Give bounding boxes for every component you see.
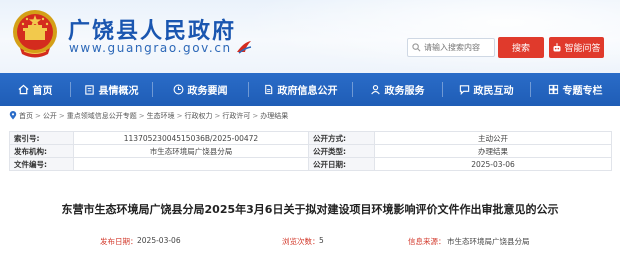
table-row: 索引号: 11370523004515036B/2025-00472 公开方式:… — [9, 131, 612, 145]
article-meta: 发布日期： 2025-03-06 浏览次数： 5 信息来源： 市生态环境局广饶县… — [0, 236, 620, 248]
smart-qa-button[interactable]: 智能问答 — [549, 37, 604, 58]
document-icon — [264, 84, 272, 95]
scope-value: 主动公开 — [374, 131, 612, 145]
nav-item-label: 政务服务 — [384, 86, 425, 97]
scope-label: 公开方式: — [308, 131, 375, 145]
location-icon — [9, 111, 17, 120]
main-nav: 首页 县情概况 政务要闻 政府信息公开 政务服务 政民互动 专题专栏 — [0, 73, 620, 106]
swoosh-icon — [237, 41, 252, 54]
table-row: 文件编号: 公开日期: 2025-03-06 — [9, 157, 612, 171]
views-value: 5 — [319, 236, 324, 245]
views-label: 浏览次数： — [282, 237, 320, 246]
service-icon — [370, 85, 380, 95]
nav-item-special-topics[interactable]: 专题专栏 — [530, 73, 620, 106]
nav-item-news[interactable]: 政务要闻 — [152, 73, 248, 106]
site-header: 广饶县人民政府 www.guangrao.gov.cn 搜索 智能问答 — [0, 0, 620, 73]
chat-icon — [459, 85, 469, 95]
source-label: 信息来源： — [408, 237, 446, 246]
nav-item-label: 专题专栏 — [562, 86, 603, 97]
nav-item-label: 政府信息公开 — [277, 86, 338, 97]
breadcrumb-admin-power[interactable]: 行政权力 — [185, 111, 213, 121]
national-emblem-icon[interactable] — [10, 8, 60, 60]
index-label: 索引号: — [9, 131, 74, 145]
search-icon — [408, 39, 424, 56]
date-label: 公开日期: — [308, 157, 375, 171]
index-value: 11370523004515036B/2025-00472 — [73, 131, 309, 145]
search-input[interactable] — [424, 39, 492, 56]
nav-item-label: 县情概况 — [98, 86, 139, 97]
topic-icon — [548, 84, 558, 95]
search-box — [407, 38, 495, 57]
source-value: 市生态环境局广饶县分局 — [447, 237, 530, 246]
article-title: 东营市生态环境局广饶县分局2025年3月6日关于拟对建设项目环境影响评价文件作出… — [61, 203, 559, 216]
breadcrumb-results[interactable]: 办理结果 — [260, 111, 288, 121]
breadcrumb-admin-license[interactable]: 行政许可 — [222, 111, 250, 121]
breadcrumb-ecology[interactable]: 生态环境 — [147, 111, 175, 121]
nav-item-label: 政务要闻 — [187, 86, 228, 97]
published-label: 发布日期： — [100, 237, 138, 246]
building-icon — [84, 85, 94, 95]
date-value: 2025-03-06 — [374, 157, 612, 171]
smart-qa-label: 智能问答 — [564, 44, 601, 54]
search-button[interactable]: 搜索 — [498, 37, 544, 58]
category-value: 办理结果 — [374, 144, 612, 158]
docno-label: 文件编号: — [9, 157, 74, 171]
nav-item-interaction[interactable]: 政民互动 — [442, 73, 530, 106]
category-label: 公开类型: — [308, 144, 375, 158]
publisher-value: 市生态环境局广饶县分局 — [73, 144, 309, 158]
news-icon — [173, 84, 183, 95]
nav-item-info-disclosure[interactable]: 政府信息公开 — [248, 73, 352, 106]
table-row: 发布机构: 市生态环境局广饶县分局 公开类型: 办理结果 — [9, 144, 612, 158]
docno-value — [73, 157, 309, 171]
nav-item-home[interactable]: 首页 — [0, 73, 70, 106]
home-icon — [18, 84, 28, 95]
breadcrumb-public[interactable]: 公开 — [43, 111, 57, 121]
robot-icon — [553, 42, 561, 51]
site-url: www.guangrao.gov.cn — [69, 41, 232, 55]
publisher-label: 发布机构: — [9, 144, 74, 158]
info-table: 索引号: 11370523004515036B/2025-00472 公开方式:… — [9, 131, 612, 171]
nav-item-gov-services[interactable]: 政务服务 — [352, 73, 442, 106]
breadcrumb-key-areas[interactable]: 重点领域信息公开专题 — [67, 111, 137, 121]
nav-item-label: 政民互动 — [473, 86, 514, 97]
breadcrumb-home[interactable]: 首页 — [19, 111, 33, 121]
breadcrumb: 首页 > 公开 > 重点领域信息公开专题 > 生态环境 > 行政权力 > 行政许可 > 办理… — [9, 109, 611, 122]
nav-item-county-overview[interactable]: 县情概况 — [70, 73, 152, 106]
nav-item-label: 首页 — [32, 86, 53, 97]
published-value: 2025-03-06 — [137, 236, 181, 245]
